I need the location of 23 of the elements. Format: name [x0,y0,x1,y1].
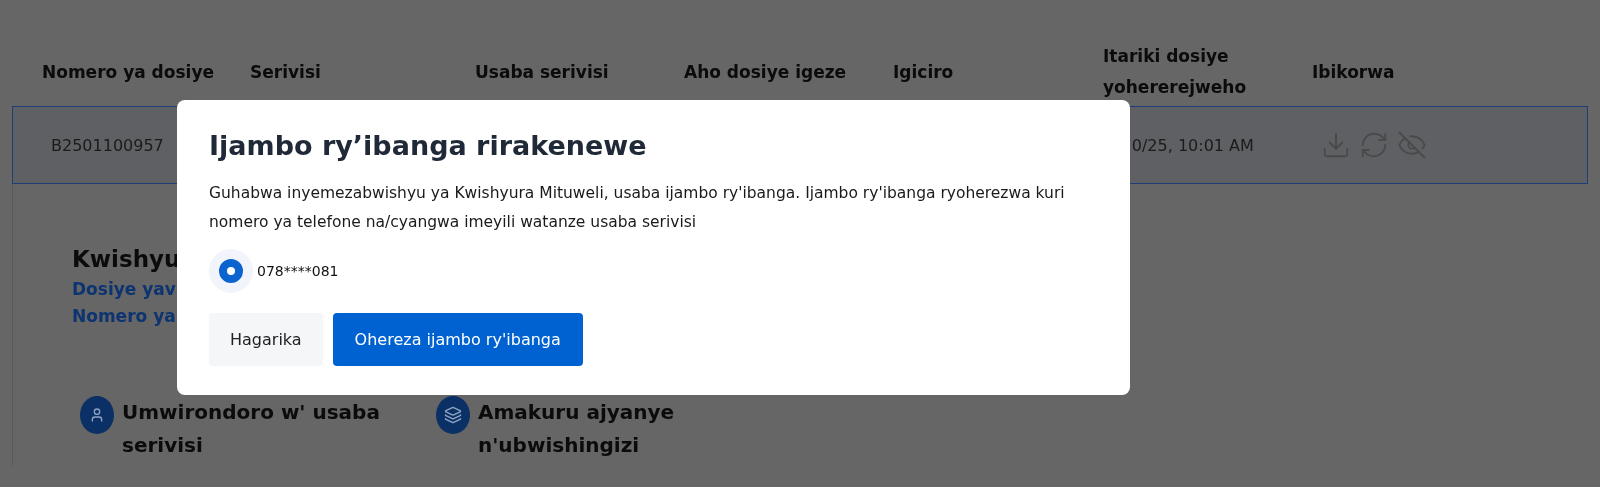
download-icon[interactable] [1321,130,1351,160]
table-cell: 0/25, 10:01 AM [1131,135,1254,155]
card-title: Umwirondoro w' usaba serivisi [122,399,381,459]
radio-button[interactable] [209,249,253,293]
dialog-message: Guhabwa inyemezabwishyu ya Kwishyura Mituweli, usaba ijambo ry'ibanga. Ijambo ry'ibanga ryoherezwa kuri nomero ya telefone na/cyangwa imeyili watanze usaba serivisi [209,183,1066,233]
column-header: Ibikorwa [1312,60,1396,84]
cancel-button[interactable]: Hagarika [209,313,323,366]
table-cell: B2501100957 [51,135,164,155]
person-icon [89,407,105,423]
column-header: Aho dosiye igeze [684,60,848,84]
column-header: Nomero ya dosiye [42,60,215,84]
card-title: Amakuru ajyanye n'ubwishingizi [478,399,676,459]
column-header: Igiciro [893,60,955,84]
eye-off-icon[interactable] [1397,130,1427,160]
section-title: Kwishyu [72,246,181,272]
column-header: Itariki dosiye yohererejweho [1103,45,1248,99]
dialog-title: Ijambo ry’ibanga rirakenewe [209,130,648,161]
send-button[interactable]: Ohereza ijambo ry'ibanga [332,313,583,366]
column-header: Usaba serivisi [475,60,610,84]
refresh-icon[interactable] [1359,130,1389,160]
layers-icon [444,406,462,424]
column-header: Serivisi [250,60,322,84]
radio-label: 078****081 [257,263,339,279]
